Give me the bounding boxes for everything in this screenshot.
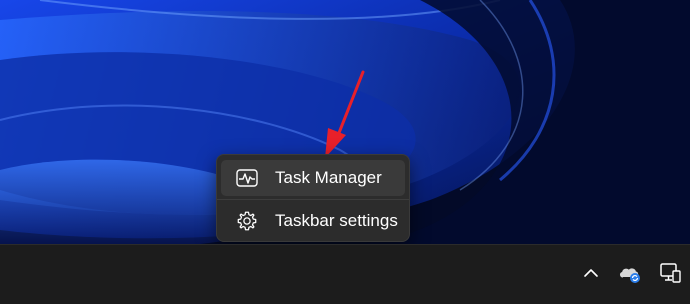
taskbar-settings-label: Taskbar settings — [275, 211, 398, 230]
task-manager-label: Task Manager — [275, 168, 382, 187]
network-icon — [659, 262, 681, 289]
chevron-up-icon — [583, 266, 599, 284]
task-manager-menu-item[interactable]: Task Manager — [221, 160, 405, 196]
show-hidden-icons-button[interactable] — [575, 259, 607, 291]
onedrive-sync-icon — [618, 262, 642, 289]
network-tray-button[interactable] — [654, 259, 686, 291]
task-manager-icon — [235, 166, 259, 190]
menu-divider — [217, 199, 409, 200]
taskbar-settings-menu-item[interactable]: Taskbar settings — [221, 203, 405, 239]
onedrive-tray-button[interactable] — [614, 259, 646, 291]
taskbar-context-menu: Task Manager Taskbar settings — [216, 154, 410, 242]
gear-icon — [235, 209, 259, 233]
taskbar[interactable] — [0, 244, 690, 304]
